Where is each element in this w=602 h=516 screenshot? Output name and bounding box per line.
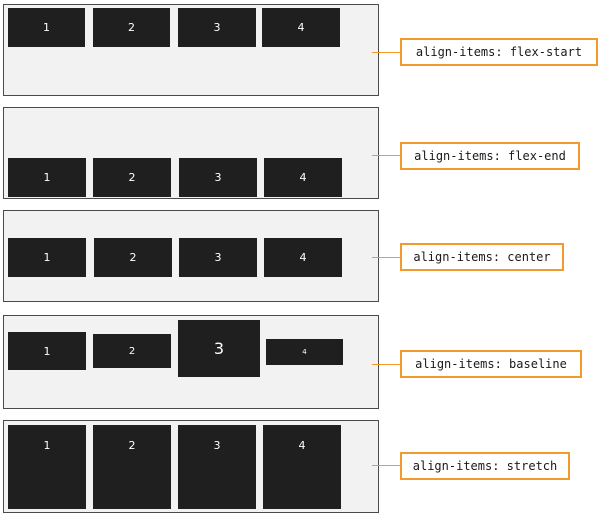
flex-item-3: 3: [178, 425, 256, 509]
flex-item-2: 2: [94, 238, 172, 277]
flex-end-connector: [372, 155, 400, 156]
flex-item-1: 1: [8, 332, 86, 370]
flex-item-1: 1: [8, 158, 86, 197]
flex-item-4: 4: [262, 8, 340, 47]
flex-item-3: 3: [178, 320, 260, 377]
flex-item-1: 1: [8, 8, 85, 47]
flex-item-2: 2: [93, 425, 171, 509]
flex-item-2: 2: [93, 8, 170, 47]
flex-item-1: 1: [8, 238, 86, 277]
center-label: align-items: center: [400, 243, 564, 271]
flex-item-4: 4: [266, 339, 343, 365]
center-container: 1 2 3 4: [3, 210, 379, 302]
baseline-container: 1 2 3 4: [3, 315, 379, 409]
stretch-container: 1 2 3 4: [3, 420, 379, 513]
flex-end-container: 1 2 3 4: [3, 107, 379, 199]
flex-item-2: 2: [93, 158, 171, 197]
flex-item-4: 4: [264, 238, 342, 277]
baseline-connector: [372, 364, 400, 365]
center-connector: [372, 257, 400, 258]
flex-item-4: 4: [263, 425, 341, 509]
flex-start-container: 1 2 3 4: [3, 4, 379, 96]
flex-item-4: 4: [264, 158, 342, 197]
flex-item-2: 2: [93, 334, 171, 368]
flex-item-3: 3: [178, 8, 256, 47]
flex-item-3: 3: [179, 238, 257, 277]
flex-start-connector: [372, 52, 400, 53]
flex-end-label: align-items: flex-end: [400, 142, 580, 170]
flex-start-label: align-items: flex-start: [400, 38, 598, 66]
stretch-label: align-items: stretch: [400, 452, 570, 480]
flex-item-3: 3: [179, 158, 257, 197]
flex-item-1: 1: [8, 425, 86, 509]
stretch-connector: [372, 465, 400, 466]
baseline-label: align-items: baseline: [400, 350, 582, 378]
